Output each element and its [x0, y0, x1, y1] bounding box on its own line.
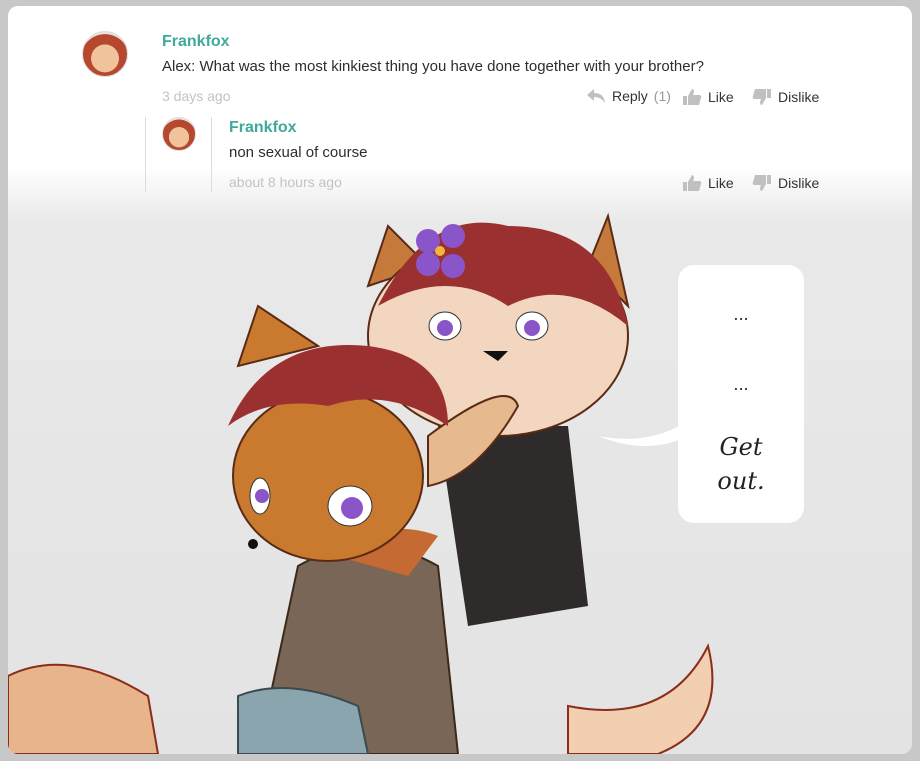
bubble-line-2: ...	[733, 375, 749, 394]
reply-thread-line	[211, 117, 212, 192]
comment-text: non sexual of course	[229, 144, 368, 161]
reply-label: Reply	[612, 88, 648, 104]
comment-text: Alex: What was the most kinkiest thing y…	[162, 58, 704, 75]
like-button[interactable]: Like	[682, 174, 734, 192]
bubble-line-1: ...	[733, 305, 749, 324]
comment-time[interactable]: about 8 hours ago	[229, 174, 342, 190]
reply-button[interactable]: Reply (1)	[586, 88, 671, 104]
thumbs-down-icon	[752, 174, 772, 192]
thread-line	[145, 117, 146, 192]
dislike-label: Dislike	[778, 175, 820, 191]
dislike-button[interactable]: Dislike	[752, 88, 819, 106]
like-label: Like	[708, 175, 734, 191]
reply-icon	[586, 88, 606, 104]
dislike-label: Dislike	[778, 89, 820, 105]
like-button[interactable]: Like	[682, 88, 734, 106]
thumbs-down-icon	[752, 88, 772, 106]
comment-author[interactable]: Frankfox	[162, 33, 230, 51]
avatar[interactable]	[82, 31, 128, 77]
comment-time[interactable]: 3 days ago	[162, 88, 231, 104]
thumbs-up-icon	[682, 88, 702, 106]
comment-author[interactable]: Frankfox	[229, 119, 297, 137]
reply-count: (1)	[653, 88, 671, 104]
thumbs-up-icon	[682, 174, 702, 192]
avatar[interactable]	[162, 117, 196, 151]
dislike-button[interactable]: Dislike	[752, 174, 819, 192]
bubble-line-3: Get	[719, 433, 763, 461]
speech-bubble: ... ... Get out.	[678, 265, 804, 523]
page-frame: ... ... Get out. Frankfox Alex: What was…	[8, 6, 912, 754]
bubble-line-4: out.	[717, 467, 765, 495]
like-label: Like	[708, 89, 734, 105]
